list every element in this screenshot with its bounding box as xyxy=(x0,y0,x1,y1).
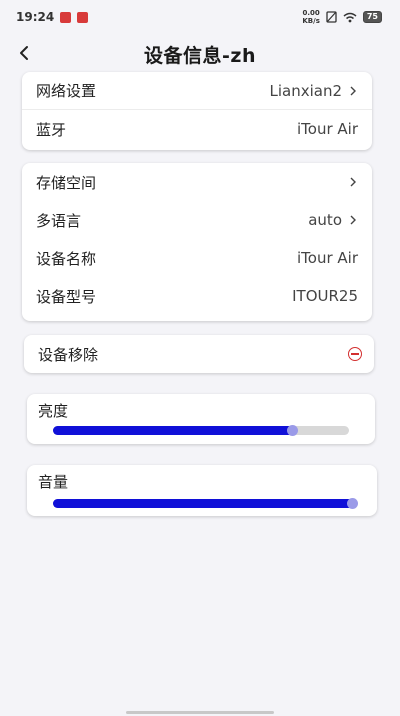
bluetooth-label: 蓝牙 xyxy=(36,120,67,139)
device-model-row: 设备型号 ITOUR25 xyxy=(22,277,372,315)
device-model-value-wrap: ITOUR25 xyxy=(292,287,358,305)
bluetooth-value: iTour Air xyxy=(297,120,358,138)
page-title: 设备信息-zh xyxy=(144,44,256,67)
remove-device-label: 设备移除 xyxy=(38,345,99,364)
network-card: 网络设置 Lianxian2 蓝牙 iTour Air xyxy=(22,72,372,150)
wifi-icon xyxy=(343,12,357,22)
device-name-value-wrap: iTour Air xyxy=(297,249,358,267)
home-indicator xyxy=(126,711,274,714)
volume-slider-thumb[interactable] xyxy=(347,498,358,509)
storage-label: 存储空间 xyxy=(36,173,97,192)
network-speed: 0.00 KB/s xyxy=(302,9,320,25)
device-name-row[interactable]: 设备名称 iTour Air xyxy=(22,239,372,277)
brightness-label: 亮度 xyxy=(38,402,69,420)
device-model-value: ITOUR25 xyxy=(292,287,358,305)
device-name-label: 设备名称 xyxy=(36,249,97,268)
volume-card: 音量 xyxy=(27,465,377,516)
chevron-right-icon xyxy=(350,215,356,225)
brightness-slider[interactable] xyxy=(53,425,349,436)
remove-icon[interactable] xyxy=(348,347,362,361)
remove-device-card: 设备移除 xyxy=(24,335,374,373)
remove-device-row[interactable]: 设备移除 xyxy=(24,335,374,373)
wifi-settings-row[interactable]: 网络设置 Lianxian2 xyxy=(22,72,372,110)
brightness-card: 亮度 xyxy=(27,394,375,444)
wifi-network-value: Lianxian2 xyxy=(269,81,342,100)
storage-row[interactable]: 存储空间 xyxy=(22,163,372,201)
app-header: 设备信息-zh xyxy=(0,36,400,72)
language-row[interactable]: 多语言 auto xyxy=(22,201,372,239)
chevron-right-icon xyxy=(350,177,356,187)
back-button[interactable] xyxy=(14,43,34,63)
bluetooth-value-wrap: iTour Air xyxy=(297,120,358,138)
status-right: 0.00 KB/s 75 xyxy=(302,9,382,25)
no-sim-icon xyxy=(326,11,337,23)
device-info-card: 存储空间 多语言 auto 设备名称 iTour Air 设备型号 ITOUR2… xyxy=(22,163,372,321)
status-bar: 19:24 0.00 KB/s 75 xyxy=(0,0,400,34)
language-value: auto xyxy=(308,211,342,229)
device-name-value: iTour Air xyxy=(297,249,358,267)
wifi-settings-label: 网络设置 xyxy=(36,82,97,100)
chevron-right-icon xyxy=(350,86,356,95)
volume-label: 音量 xyxy=(38,473,69,491)
notification-icon xyxy=(77,11,89,23)
language-value-wrap: auto xyxy=(308,211,358,229)
brightness-slider-fill xyxy=(53,426,293,435)
battery-icon: 75 xyxy=(362,11,382,23)
status-left: 19:24 xyxy=(16,10,89,24)
chevron-left-icon xyxy=(20,46,28,60)
brightness-slider-thumb[interactable] xyxy=(287,425,298,436)
language-label: 多语言 xyxy=(36,211,82,230)
device-model-label: 设备型号 xyxy=(36,287,97,306)
volume-slider[interactable] xyxy=(53,498,358,509)
volume-slider-fill xyxy=(53,499,353,508)
bluetooth-row[interactable]: 蓝牙 iTour Air xyxy=(22,110,372,148)
clock: 19:24 xyxy=(16,10,55,24)
wifi-value-wrap: Lianxian2 xyxy=(269,82,358,100)
notification-icon xyxy=(60,11,72,23)
